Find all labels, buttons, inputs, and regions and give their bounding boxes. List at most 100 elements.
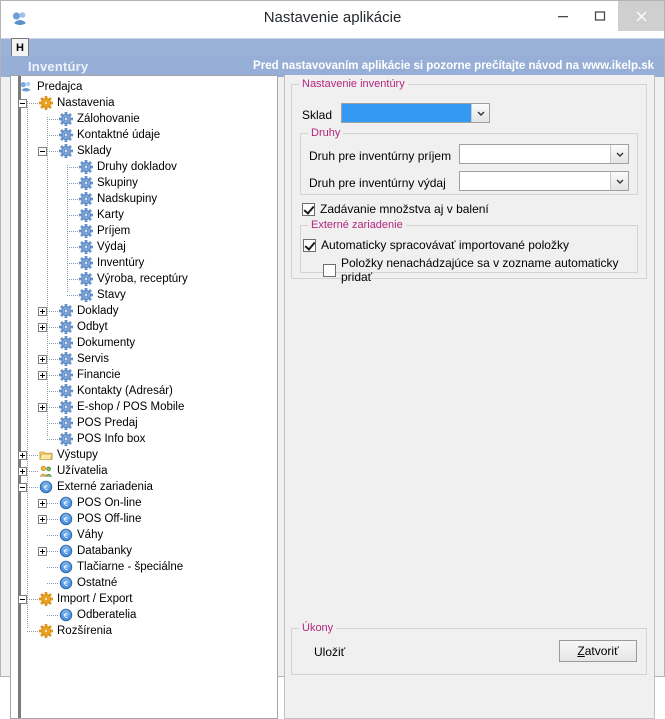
tree-expand-icon[interactable]	[38, 515, 47, 524]
group-externe-zariadenie: Externé zariadenie Automaticky spracováv…	[300, 219, 638, 284]
tree-item[interactable]: POS Predaj	[11, 415, 277, 431]
tree-connector	[27, 103, 38, 104]
tree-connector	[67, 295, 78, 296]
content-area: Predajca Nastavenia Zálohovanie Kontaktné ú…	[1, 75, 664, 719]
tree-item[interactable]: Výdaj	[11, 239, 277, 255]
tree-item[interactable]: Druhy dokladov	[11, 159, 277, 175]
tree-collapse-icon[interactable]	[18, 595, 27, 604]
tree-item[interactable]: € Externé zariadenia	[11, 479, 277, 495]
tree-item[interactable]: POS Info box	[11, 431, 277, 447]
tree-connector	[47, 359, 58, 360]
tree-item-label: Servis	[77, 353, 109, 365]
tree-expand-icon[interactable]	[38, 403, 47, 412]
tree-item[interactable]: Sklady	[11, 143, 277, 159]
checkbox-mnozstvo[interactable]	[302, 202, 315, 216]
tree-collapse-icon[interactable]	[18, 483, 27, 492]
tree-item[interactable]: Financie	[11, 367, 277, 383]
tree-item[interactable]: Užívatelia	[11, 463, 277, 479]
tree-item-label: Doklady	[77, 305, 119, 317]
tree-item-label: Kontakty (Adresár)	[77, 385, 173, 397]
group-druhy: Druhy Druh pre inventúrny príjem Druh pr…	[300, 127, 638, 195]
tree-item[interactable]: Výstupy	[11, 447, 277, 463]
tree-collapse-icon[interactable]	[18, 99, 27, 108]
tree-item[interactable]: Kontaktné údaje	[11, 127, 277, 143]
checkbox-auto-pridat[interactable]	[323, 263, 336, 277]
tree-guide-line	[67, 165, 68, 293]
tree-connector	[47, 119, 58, 120]
tree-expand-icon[interactable]	[38, 323, 47, 332]
checkbox-mnozstvo-row[interactable]: Zadávanie množstva aj v balení	[302, 202, 489, 216]
tree-item[interactable]: Doklady	[11, 303, 277, 319]
tree-expand-icon[interactable]	[38, 547, 47, 556]
tree-item[interactable]: Nadskupiny	[11, 191, 277, 207]
tree-connector	[47, 135, 58, 136]
tree-item-label: Kontaktné údaje	[77, 129, 161, 141]
tree-item[interactable]: Dokumenty	[11, 335, 277, 351]
tree-item[interactable]: Výroba, receptúry	[11, 271, 277, 287]
druh-prijem-combobox[interactable]	[459, 144, 629, 164]
sklad-combobox-value	[342, 104, 471, 122]
sklad-combobox[interactable]	[341, 103, 490, 123]
gear-blue-icon	[59, 416, 73, 430]
tree-expand-icon[interactable]	[38, 499, 47, 508]
chevron-down-icon[interactable]	[610, 145, 628, 163]
tree-item[interactable]: Predajca	[11, 79, 277, 95]
tree-item[interactable]: Import / Export	[11, 591, 277, 607]
gear-blue-icon	[59, 144, 73, 158]
tree-item[interactable]: € Ostatné	[11, 575, 277, 591]
tree-guide-line	[47, 117, 48, 437]
tree-expand-icon[interactable]	[38, 371, 47, 380]
tree-item[interactable]: E-shop / POS Mobile	[11, 399, 277, 415]
tree-item[interactable]: Rozšírenia	[11, 623, 277, 639]
druh-vydaj-combobox[interactable]	[459, 171, 629, 191]
tree-item[interactable]: € Databanky	[11, 543, 277, 559]
tree-item[interactable]: Príjem	[11, 223, 277, 239]
tree-connector	[47, 535, 58, 536]
tree-connector	[47, 519, 58, 520]
tree-item-label: Výroba, receptúry	[97, 273, 188, 285]
tree-item[interactable]: Inventúry	[11, 255, 277, 271]
close-button[interactable]	[618, 1, 664, 31]
menu-item-h[interactable]: H	[11, 38, 29, 57]
tree-item[interactable]: Karty	[11, 207, 277, 223]
tree-item[interactable]: € Tlačiarne - špeciálne	[11, 559, 277, 575]
euro-circle-icon: €	[59, 608, 73, 622]
tree-connector	[27, 455, 38, 456]
euro-circle-icon: €	[59, 512, 73, 526]
zatvorit-button[interactable]: Zatvoriť	[559, 640, 637, 662]
tree-item[interactable]: € POS Off-line	[11, 511, 277, 527]
tree-item[interactable]: Stavy	[11, 287, 277, 303]
tree-expand-icon[interactable]	[18, 451, 27, 460]
chevron-down-icon[interactable]	[471, 104, 489, 122]
tree-item[interactable]: Servis	[11, 351, 277, 367]
checkbox-auto-import[interactable]	[303, 238, 316, 252]
checkbox-auto-pridat-row[interactable]: Položky nenachádzajúce sa v zozname auto…	[323, 256, 637, 284]
tree-item[interactable]: Kontakty (Adresár)	[11, 383, 277, 399]
ulozit-action[interactable]: Uložiť	[314, 645, 345, 659]
tree-item[interactable]: € Odberatelia	[11, 607, 277, 623]
tree-item[interactable]: Zálohovanie	[11, 111, 277, 127]
tree-collapse-icon[interactable]	[38, 147, 47, 156]
tree-item[interactable]: € POS On-line	[11, 495, 277, 511]
settings-tree-panel: Predajca Nastavenia Zálohovanie Kontaktné ú…	[10, 75, 278, 719]
tree-item[interactable]: € Váhy	[11, 527, 277, 543]
tree-item-label: E-shop / POS Mobile	[77, 401, 185, 413]
tree-item-label: Druhy dokladov	[97, 161, 177, 173]
tree-item-label: Predajca	[37, 81, 83, 93]
tree-expand-icon[interactable]	[38, 307, 47, 316]
druh-prijem-value	[460, 145, 610, 163]
banner-hint: Pred nastavovaním aplikácie si pozorne p…	[253, 60, 654, 72]
chevron-down-icon[interactable]	[610, 172, 628, 190]
checkbox-auto-import-row[interactable]: Automaticky spracovávať importované polo…	[303, 238, 569, 252]
minimize-button[interactable]	[544, 1, 581, 31]
settings-tree[interactable]: Predajca Nastavenia Zálohovanie Kontaktné ú…	[11, 79, 277, 718]
tree-connector	[47, 407, 58, 408]
svg-text:€: €	[44, 484, 48, 492]
tree-item[interactable]: Skupiny	[11, 175, 277, 191]
gear-blue-icon	[59, 400, 73, 414]
tree-item[interactable]: Odbyt	[11, 319, 277, 335]
tree-expand-icon[interactable]	[18, 467, 27, 476]
tree-item[interactable]: Nastavenia	[11, 95, 277, 111]
maximize-button[interactable]	[581, 1, 618, 31]
tree-expand-icon[interactable]	[38, 355, 47, 364]
